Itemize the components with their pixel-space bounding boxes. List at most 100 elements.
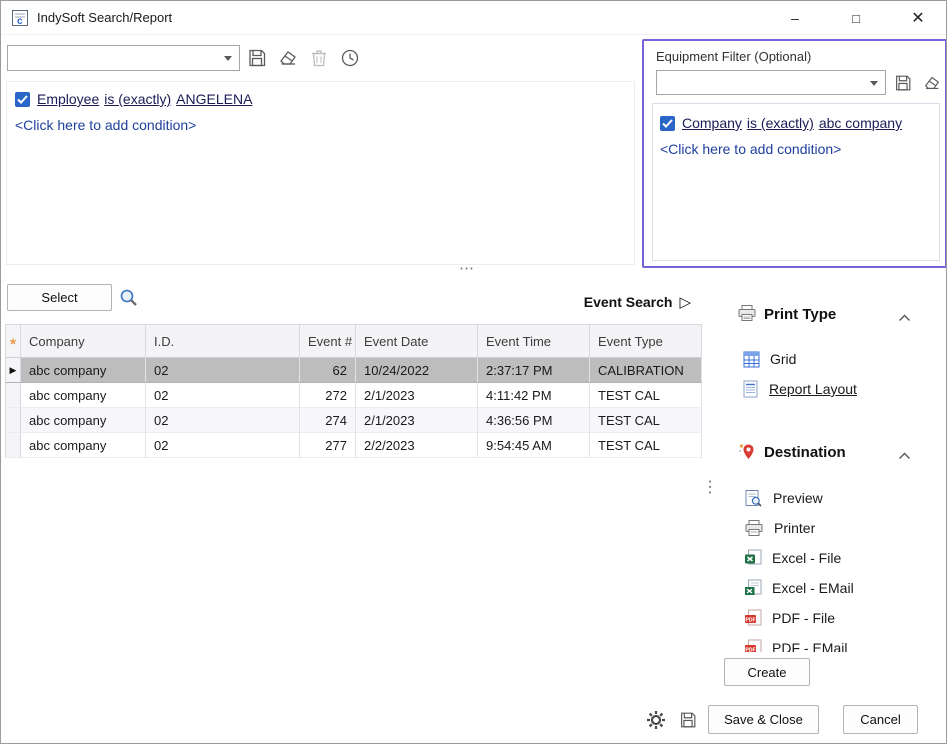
- cell-event-num: 62: [300, 358, 356, 383]
- filter-history-button[interactable]: [337, 45, 363, 71]
- eraser-icon: [277, 47, 299, 69]
- event-search-expand-icon[interactable]: ▷: [679, 293, 691, 311]
- equipment-clear-filter-button[interactable]: [919, 70, 945, 96]
- destination-option-excel-file[interactable]: Excel - File: [744, 547, 841, 569]
- cell-event-type: TEST CAL: [590, 383, 702, 408]
- grid-row-selected[interactable]: ▶ abc company 02 62 10/24/2022 2:37:17 P…: [5, 358, 702, 383]
- destination-collapse-button[interactable]: [898, 448, 911, 463]
- event-search-header: Event Search ▷: [501, 293, 691, 311]
- cell-event-date: 2/2/2023: [356, 433, 478, 458]
- equipment-condition-value-link[interactable]: abc company: [819, 115, 902, 131]
- new-row-indicator-icon: *: [10, 340, 17, 350]
- magnifier-icon: [117, 286, 141, 310]
- horizontal-splitter[interactable]: ⋯: [459, 259, 474, 277]
- equipment-filter-panel: Equipment Filter (Optional): [642, 39, 947, 268]
- minimize-button[interactable]: –: [777, 3, 813, 33]
- pdf-email-icon: PDF: [744, 639, 762, 652]
- grid-row[interactable]: abc company 02 272 2/1/2023 4:11:42 PM T…: [5, 383, 702, 408]
- search-report-window: c IndySoft Search/Report – □ ✕: [0, 0, 947, 744]
- print-type-option-grid[interactable]: Grid: [743, 348, 796, 370]
- cell-event-time: 9:54:45 AM: [478, 433, 590, 458]
- employee-condition-operator-link[interactable]: is (exactly): [104, 91, 171, 107]
- print-type-option-report-layout[interactable]: Report Layout: [743, 378, 857, 400]
- save-icon: [893, 73, 913, 93]
- equipment-add-condition-row: <Click here to add condition>: [660, 138, 841, 160]
- clear-filter-button[interactable]: [275, 45, 301, 71]
- print-type-collapse-button[interactable]: [898, 310, 911, 325]
- printer-icon: [737, 304, 757, 326]
- destination-pdf-email-label: PDF - EMail: [772, 640, 847, 652]
- report-layout-icon: [743, 380, 759, 398]
- save-icon: [678, 710, 698, 730]
- column-header-event-num[interactable]: Event #: [300, 324, 356, 358]
- row-indicator-cell: [5, 433, 21, 458]
- trash-icon: [308, 47, 330, 69]
- destination-option-pdf-email[interactable]: PDF PDF - EMail: [744, 637, 847, 652]
- employee-condition-field-link[interactable]: Employee: [37, 91, 99, 107]
- employee-add-condition-row: <Click here to add condition>: [15, 114, 196, 136]
- destination-preview-label: Preview: [773, 490, 823, 506]
- grid-header-row: * Company I.D. Event # Event Date Event …: [5, 324, 702, 358]
- column-header-event-type[interactable]: Event Type: [590, 324, 702, 358]
- cell-event-date: 10/24/2022: [356, 358, 478, 383]
- equipment-condition-checkbox[interactable]: [660, 116, 675, 131]
- search-button[interactable]: [116, 285, 142, 311]
- destination-pin-icon: [736, 442, 756, 465]
- combo-caret-icon: [224, 56, 232, 61]
- save-settings-button[interactable]: [675, 707, 701, 733]
- destination-option-pdf-file[interactable]: PDF PDF - File: [744, 607, 835, 629]
- chevron-up-icon: [898, 452, 911, 460]
- print-type-grid-label: Grid: [770, 351, 796, 367]
- svg-text:c: c: [17, 16, 23, 27]
- destination-option-printer[interactable]: Printer: [744, 517, 815, 539]
- close-button[interactable]: ✕: [900, 3, 936, 33]
- employee-condition-value-link[interactable]: ANGELENA: [176, 91, 252, 107]
- cell-event-time: 2:37:17 PM: [478, 358, 590, 383]
- save-filter-button[interactable]: [244, 45, 270, 71]
- grid-corner-cell: *: [5, 324, 21, 358]
- cell-company: abc company: [21, 358, 146, 383]
- destination-option-preview[interactable]: Preview: [744, 487, 823, 509]
- column-header-company[interactable]: Company: [21, 324, 146, 358]
- maximize-icon: □: [852, 11, 860, 26]
- chevron-up-icon: [898, 314, 911, 322]
- column-header-id[interactable]: I.D.: [146, 324, 300, 358]
- settings-button[interactable]: [643, 707, 669, 733]
- cell-company: abc company: [21, 433, 146, 458]
- cell-event-type: CALIBRATION: [590, 358, 702, 383]
- minimize-icon: –: [791, 10, 799, 26]
- close-icon: ✕: [911, 8, 924, 28]
- cancel-button[interactable]: Cancel: [843, 705, 918, 734]
- save-and-close-button[interactable]: Save & Close: [708, 705, 819, 734]
- employee-condition-checkbox[interactable]: [15, 92, 30, 107]
- equipment-condition-operator-link[interactable]: is (exactly): [747, 115, 814, 131]
- delete-filter-button[interactable]: [306, 45, 332, 71]
- excel-email-icon: [744, 579, 762, 597]
- eraser-icon: [922, 73, 942, 93]
- equipment-save-filter-button[interactable]: [890, 70, 916, 96]
- equipment-filter-combobox[interactable]: [656, 70, 886, 95]
- svg-text:PDF: PDF: [745, 617, 755, 623]
- cell-event-num: 277: [300, 433, 356, 458]
- excel-file-icon: [744, 549, 762, 567]
- grid-row[interactable]: abc company 02 277 2/2/2023 9:54:45 AM T…: [5, 433, 702, 458]
- check-icon: [17, 95, 28, 104]
- column-header-event-date[interactable]: Event Date: [356, 324, 478, 358]
- destination-printer-label: Printer: [774, 520, 815, 536]
- create-button[interactable]: Create: [724, 658, 810, 686]
- cell-company: abc company: [21, 383, 146, 408]
- print-type-report-layout-label: Report Layout: [769, 381, 857, 397]
- select-button[interactable]: Select: [7, 284, 112, 311]
- vertical-splitter[interactable]: ⋮: [702, 477, 718, 497]
- grid-row[interactable]: abc company 02 274 2/1/2023 4:36:56 PM T…: [5, 408, 702, 433]
- equipment-add-condition-link[interactable]: <Click here to add condition>: [660, 141, 841, 157]
- destination-section-title: Destination: [764, 444, 846, 461]
- destination-option-excel-email[interactable]: Excel - EMail: [744, 577, 854, 599]
- employee-add-condition-link[interactable]: <Click here to add condition>: [15, 117, 196, 133]
- grid-icon: [743, 351, 760, 368]
- employee-filter-combobox[interactable]: [7, 45, 240, 71]
- maximize-button[interactable]: □: [838, 3, 874, 33]
- column-header-event-time[interactable]: Event Time: [478, 324, 590, 358]
- equipment-condition-field-link[interactable]: Company: [682, 115, 742, 131]
- preview-icon: [744, 489, 763, 508]
